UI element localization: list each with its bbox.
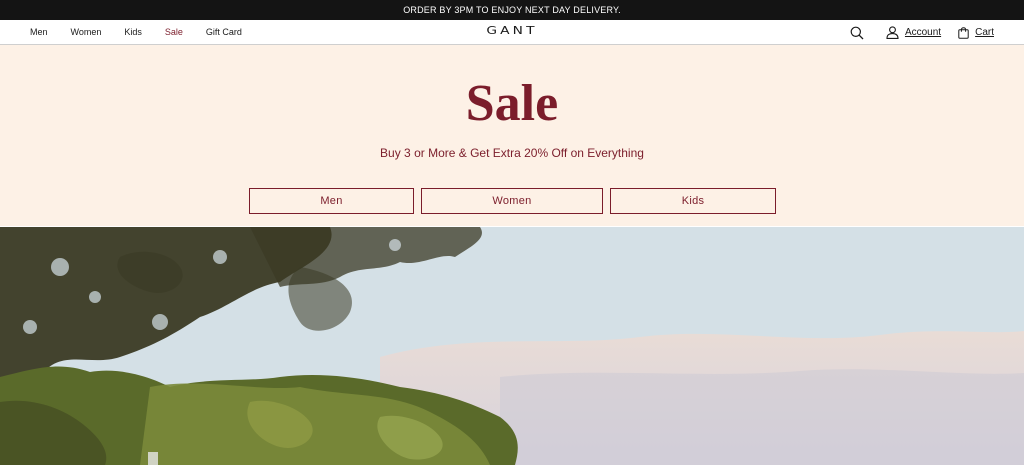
account-label: Account: [904, 27, 942, 38]
category-button-kids[interactable]: Kids: [610, 188, 776, 214]
hero-image: [0, 227, 1024, 465]
sale-hero: Sale Buy 3 or More & Get Extra 20% Off o…: [0, 45, 1024, 226]
search-icon[interactable]: [850, 26, 864, 40]
nav-item-women[interactable]: Women: [71, 27, 102, 37]
nav-item-sale[interactable]: Sale: [165, 27, 183, 37]
category-button-men[interactable]: Men: [249, 188, 414, 214]
hero-image-art: [0, 227, 1024, 465]
nav-item-kids[interactable]: Kids: [124, 27, 142, 37]
category-buttons: Men Women Kids: [249, 188, 776, 214]
header-utilities: Account Cart: [850, 20, 994, 45]
promo-subtitle: Buy 3 or More & Get Extra 20% Off on Eve…: [380, 146, 644, 160]
site-header: Men Women Kids Sale Gift Card GANT Accou…: [0, 20, 1024, 45]
promo-text: ORDER BY 3PM TO ENJOY NEXT DAY DELIVERY.: [403, 5, 621, 15]
nav-item-men[interactable]: Men: [30, 27, 48, 37]
promo-bar: ORDER BY 3PM TO ENJOY NEXT DAY DELIVERY.: [0, 0, 1024, 20]
cart-button[interactable]: Cart: [958, 26, 994, 39]
category-button-women[interactable]: Women: [421, 188, 603, 214]
account-button[interactable]: Account: [886, 26, 941, 39]
nav-item-gift-card[interactable]: Gift Card: [206, 27, 242, 37]
bag-icon: [958, 26, 969, 39]
user-icon: [886, 26, 899, 39]
cart-label: Cart: [975, 27, 994, 38]
brand-logo[interactable]: GANT: [486, 24, 534, 37]
main-nav: Men Women Kids Sale Gift Card: [0, 27, 265, 37]
page-title: Sale: [465, 75, 559, 132]
